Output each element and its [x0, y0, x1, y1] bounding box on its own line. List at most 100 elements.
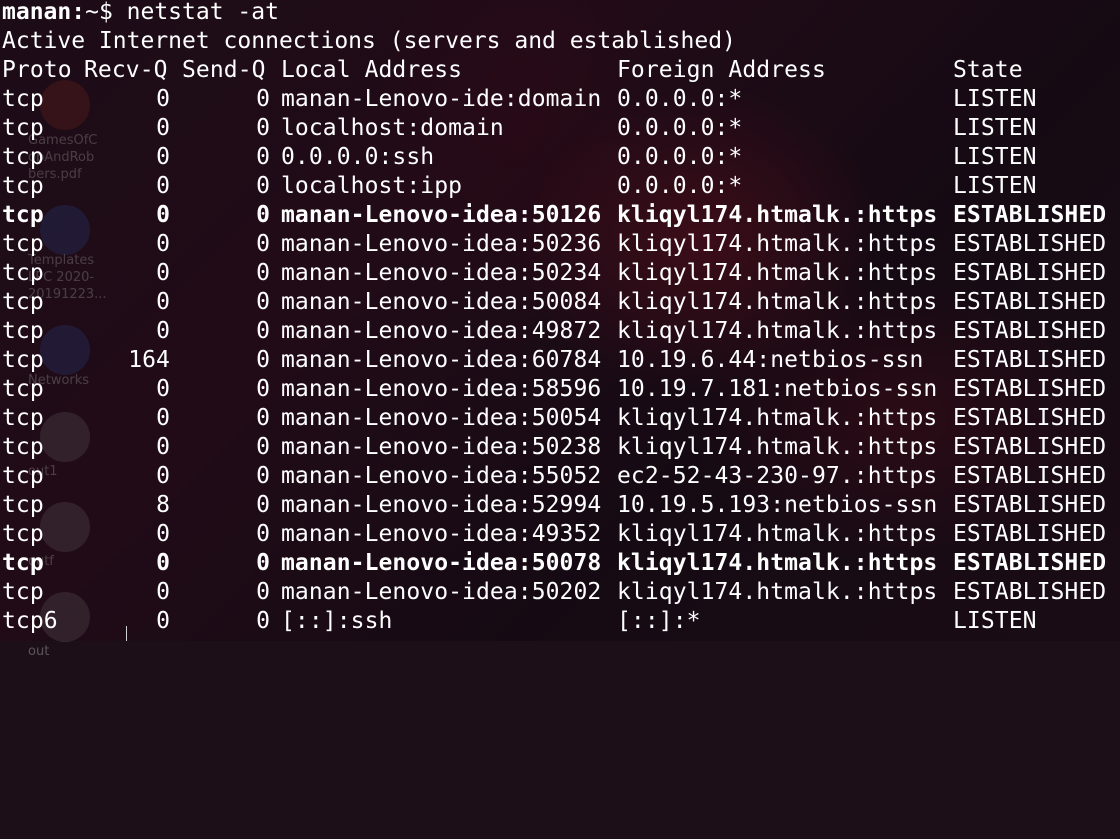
cell-sendq: 0 [256, 173, 270, 199]
cell-local-address: manan-Lenovo-idea:50078 [281, 550, 602, 576]
cell-recvq: 0 [156, 115, 170, 141]
cell-state: LISTEN [953, 86, 1037, 112]
cell-state: ESTABLISHED [953, 347, 1107, 373]
table-row: tcp 0 0 manan-Lenovo-ide:domain 0.0.0.0:… [2, 85, 1120, 114]
cell-foreign-address: 10.19.6.44:netbios-ssn [617, 347, 924, 373]
cell-foreign-address: 0.0.0.0:* [617, 173, 743, 199]
cell-foreign-address: kliqyl174.htmalk.:https [617, 260, 938, 286]
cell-sendq: 0 [256, 521, 270, 547]
cell-recvq: 8 [156, 492, 170, 518]
cell-sendq: 0 [256, 405, 270, 431]
cell-foreign-address: 0.0.0.0:* [617, 86, 743, 112]
cell-local-address: 0.0.0.0:ssh [281, 144, 435, 170]
table-row: tcp 0 0 manan-Lenovo-idea:50084 kliqyl17… [2, 288, 1120, 317]
prompt-path: ~$ [85, 0, 127, 25]
column-header-recvq: Recv-Q [84, 57, 168, 83]
cell-proto: tcp [2, 231, 44, 257]
cell-sendq: 0 [256, 289, 270, 315]
cell-recvq: 0 [156, 173, 170, 199]
cell-proto: tcp [2, 405, 44, 431]
table-row: tcp 0 0 manan-Lenovo-idea:50238 kliqyl17… [2, 433, 1120, 462]
cell-sendq: 0 [256, 115, 270, 141]
column-header-proto: Proto [2, 57, 72, 83]
cell-state: ESTABLISHED [953, 521, 1107, 547]
cell-local-address: manan-Lenovo-idea:50236 [281, 231, 602, 257]
cell-state: ESTABLISHED [953, 463, 1107, 489]
cell-sendq: 0 [256, 376, 270, 402]
text-cursor [126, 626, 127, 641]
cell-sendq: 0 [256, 231, 270, 257]
cell-sendq: 0 [256, 608, 270, 634]
table-row: tcp 8 0 manan-Lenovo-idea:52994 10.19.5.… [2, 491, 1120, 520]
cell-sendq: 0 [256, 434, 270, 460]
cell-recvq: 0 [156, 550, 170, 576]
cell-foreign-address: ec2-52-43-230-97.:https [617, 463, 938, 489]
cell-local-address: [::]:ssh [281, 608, 393, 634]
cell-local-address: localhost:domain [281, 115, 504, 141]
cell-local-address: manan-Lenovo-idea:52994 [281, 492, 602, 518]
cell-proto: tcp6 [2, 608, 58, 634]
cell-proto: tcp [2, 318, 44, 344]
cell-recvq: 0 [156, 260, 170, 286]
cell-proto: tcp [2, 376, 44, 402]
cell-proto: tcp [2, 260, 44, 286]
cell-proto: tcp [2, 463, 44, 489]
cell-local-address: manan-Lenovo-idea:58596 [281, 376, 602, 402]
table-row: tcp 0 0 manan-Lenovo-idea:50236 kliqyl17… [2, 230, 1120, 259]
cell-local-address: manan-Lenovo-idea:50238 [281, 434, 602, 460]
cell-proto: tcp [2, 173, 44, 199]
prompt-line: manan:~$ netstat -at [2, 0, 279, 27]
cell-foreign-address: [::]:* [617, 608, 701, 634]
cell-state: ESTABLISHED [953, 231, 1107, 257]
cell-local-address: manan-Lenovo-idea:49352 [281, 521, 602, 547]
cell-foreign-address: 10.19.7.181:netbios-ssn [617, 376, 938, 402]
cell-foreign-address: kliqyl174.htmalk.:https [617, 434, 938, 460]
cell-proto: tcp [2, 202, 44, 228]
terminal-window[interactable]: manan:~$ netstat -at Active Internet con… [0, 0, 1120, 641]
column-header-sendq: Send-Q [182, 57, 266, 83]
cell-recvq: 0 [156, 231, 170, 257]
cell-local-address: manan-Lenovo-idea:60784 [281, 347, 602, 373]
output-heading: Active Internet connections (servers and… [2, 28, 736, 54]
cell-recvq: 0 [156, 289, 170, 315]
cell-local-address: localhost:ipp [281, 173, 463, 199]
prompt-user: manan: [2, 0, 86, 25]
cell-recvq: 0 [156, 405, 170, 431]
table-row: tcp 0 0 manan-Lenovo-idea:49352 kliqyl17… [2, 520, 1120, 549]
cell-foreign-address: kliqyl174.htmalk.:https [617, 318, 938, 344]
table-row: tcp 0 0 manan-Lenovo-idea:58596 10.19.7.… [2, 375, 1120, 404]
cell-state: LISTEN [953, 608, 1037, 634]
cell-proto: tcp [2, 289, 44, 315]
cell-sendq: 0 [256, 260, 270, 286]
cell-sendq: 0 [256, 318, 270, 344]
table-row: tcp 164 0 manan-Lenovo-idea:60784 10.19.… [2, 346, 1120, 375]
cell-state: ESTABLISHED [953, 202, 1107, 228]
cell-recvq: 0 [156, 463, 170, 489]
cell-recvq: 0 [156, 608, 170, 634]
cell-foreign-address: kliqyl174.htmalk.:https [617, 202, 938, 228]
cell-proto: tcp [2, 347, 44, 373]
table-row: tcp 0 0 localhost:domain 0.0.0.0:* LISTE… [2, 114, 1120, 143]
cell-state: ESTABLISHED [953, 376, 1107, 402]
cell-recvq: 0 [156, 579, 170, 605]
cell-recvq: 0 [156, 376, 170, 402]
cell-recvq: 0 [156, 318, 170, 344]
cell-proto: tcp [2, 521, 44, 547]
cell-foreign-address: kliqyl174.htmalk.:https [617, 579, 938, 605]
column-header-foreign-address: Foreign Address [617, 57, 826, 83]
cell-state: ESTABLISHED [953, 405, 1107, 431]
column-header-state: State [953, 57, 1023, 83]
table-row: tcp 0 0 localhost:ipp 0.0.0.0:* LISTEN [2, 172, 1120, 201]
command-text: netstat -at [126, 0, 279, 25]
cell-foreign-address: kliqyl174.htmalk.:https [617, 289, 938, 315]
cell-proto: tcp [2, 434, 44, 460]
cell-foreign-address: 10.19.5.193:netbios-ssn [617, 492, 938, 518]
cell-recvq: 0 [156, 86, 170, 112]
cell-sendq: 0 [256, 347, 270, 373]
cell-recvq: 0 [156, 144, 170, 170]
table-row: tcp 0 0 manan-Lenovo-idea:50126 kliqyl17… [2, 201, 1120, 230]
cell-foreign-address: 0.0.0.0:* [617, 144, 743, 170]
cell-local-address: manan-Lenovo-idea:50234 [281, 260, 602, 286]
table-row: tcp 0 0 manan-Lenovo-idea:50078 kliqyl17… [2, 549, 1120, 578]
cell-recvq: 164 [128, 347, 170, 373]
